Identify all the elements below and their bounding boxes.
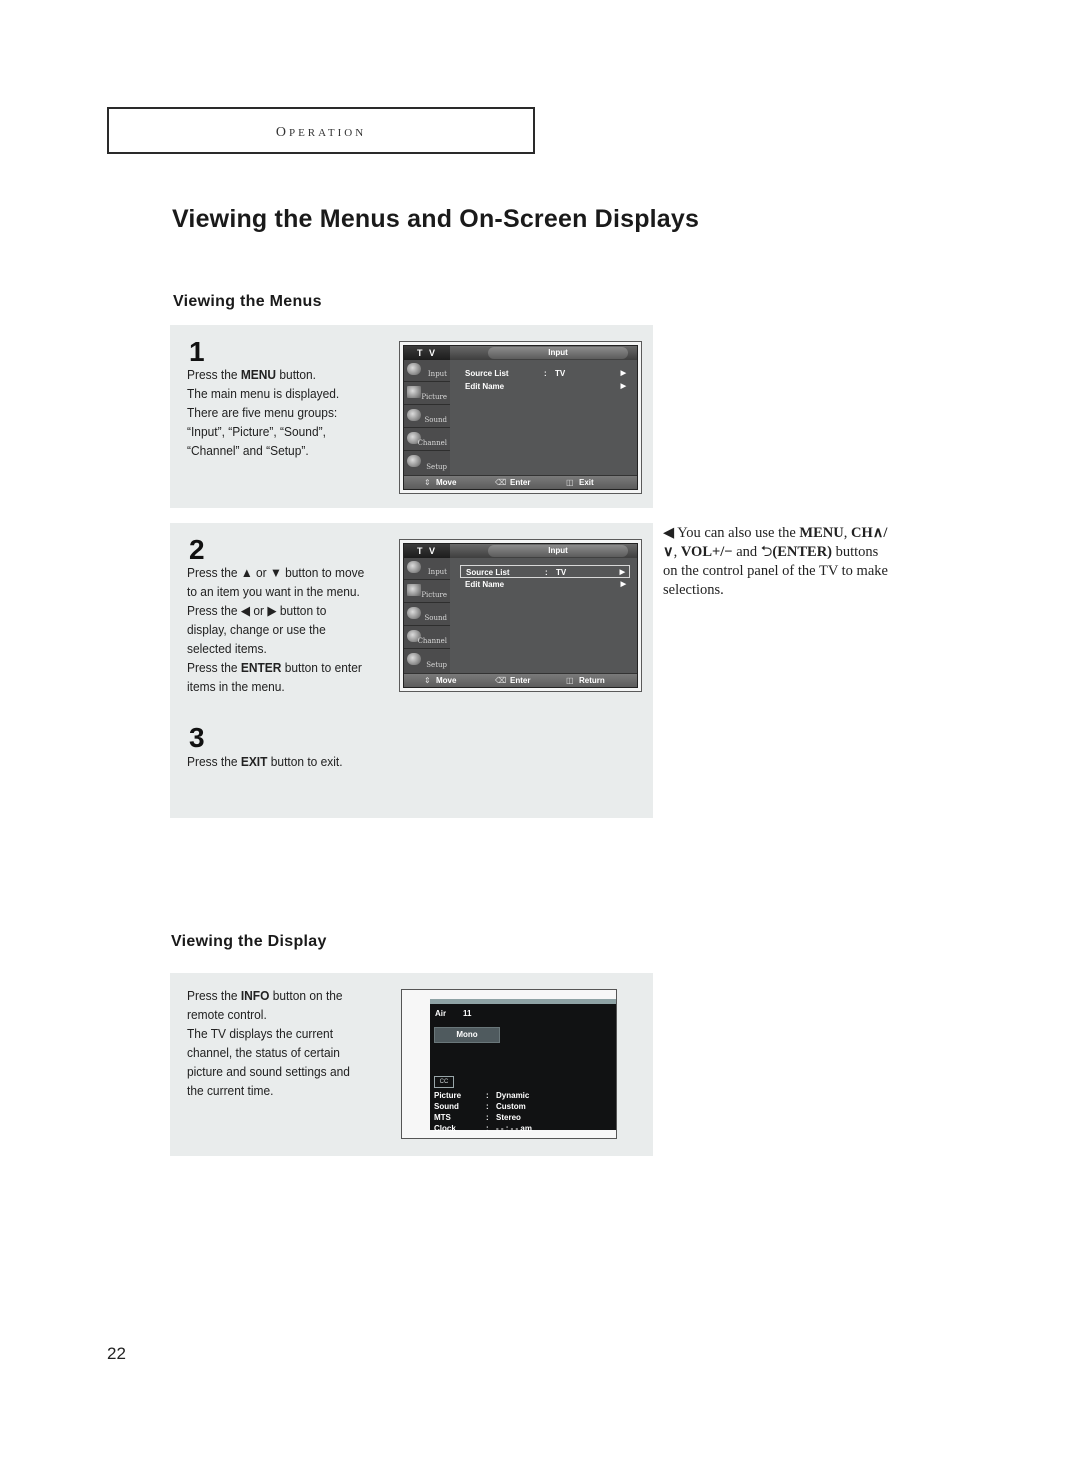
tv-sidebar-item-setup: Setup	[404, 452, 450, 474]
tv-sidebar-item-setup: Setup	[404, 650, 450, 672]
tv-sidebar-item-input: Input	[404, 558, 450, 580]
section-label: Operation	[275, 119, 367, 141]
arrow-right-icon: ▶	[620, 370, 626, 377]
text-line: “Channel” and “Setup”.	[187, 443, 309, 458]
move-updown-icon: ⇕	[424, 478, 431, 487]
tv-menu-row-source-list: Source List : TV ▶	[465, 369, 626, 378]
step-1-number: 1	[189, 336, 205, 367]
text-line: The main menu is displayed.	[187, 386, 340, 401]
note-marker-icon: ◀	[663, 525, 675, 541]
tv-menu-title: Input	[488, 545, 628, 557]
tv-sidebar-item-channel: Channel	[404, 627, 450, 649]
step-1-text: Press the MENU button. The main menu is …	[187, 365, 389, 460]
tv-sidebar-item-input: Input	[404, 360, 450, 382]
tv-screen: T V Input Input Picture Sound Channel Se…	[403, 345, 638, 490]
tv-sidebar-item-sound: Sound	[404, 604, 450, 626]
text-line: Press the ENTER button to enter	[187, 660, 362, 675]
cc-icon: CC	[434, 1076, 454, 1088]
tv-sidebar-item-picture: Picture	[404, 581, 450, 603]
tv-label: T V	[404, 544, 450, 558]
control-panel-note: ◀ You can also use the MENU, CH∧/∨, VOL+…	[663, 525, 888, 598]
text-line: channel, the status of certain	[187, 1045, 340, 1060]
info-display-screenshot: Air 11 Mono CC Picture: Dynamic Sound: Cus…	[401, 989, 617, 1139]
info-audio-badge: Mono	[434, 1027, 500, 1043]
text-line: the current time.	[187, 1083, 274, 1098]
text-line: Press the MENU button.	[187, 367, 316, 382]
section-header-box: Operation	[107, 107, 535, 154]
enter-icon: ⮌	[760, 544, 773, 560]
enter-icon: ⌫	[495, 478, 507, 487]
text-line: The TV displays the current	[187, 1026, 334, 1041]
text-line: Press the ▲ or ▼ button to move	[187, 565, 365, 580]
move-updown-icon: ⇕	[424, 676, 431, 685]
info-row-clock: Clock: - - : - - am	[434, 1124, 532, 1133]
arrow-right-icon: ▶	[620, 581, 626, 588]
info-row-mts: MTS: Stereo	[434, 1113, 521, 1122]
tv-menu-footer: ⇕ Move ⌫ Enter ◫ Return	[404, 673, 637, 687]
tv-menu-title: Input	[488, 347, 628, 359]
info-row-picture: Picture: Dynamic	[434, 1091, 530, 1100]
text-line: display, change or use the	[187, 622, 326, 637]
tv-label: T V	[404, 346, 450, 360]
text-line: Press the ◀ or ▶ button to	[187, 603, 327, 618]
text-line: picture and sound settings and	[187, 1064, 350, 1079]
tv-menu-row-source-list-selected: Source List : TV ▶	[460, 565, 630, 578]
text-line: “Input”, “Picture”, “Sound”,	[187, 424, 326, 439]
enter-icon: ⌫	[495, 676, 507, 685]
setup-icon	[407, 653, 421, 665]
info-channel: 11	[463, 1009, 472, 1018]
picture-icon	[407, 584, 421, 596]
info-source: Air	[435, 1009, 447, 1018]
arrow-right-icon: ▶	[620, 383, 626, 390]
tv-menu-row-edit-name: Edit Name ▶	[465, 382, 626, 391]
display-heading: Viewing the Display	[171, 933, 327, 950]
step-2-text: Press the ▲ or ▼ button to move to an it…	[187, 563, 394, 696]
sound-icon	[407, 607, 421, 619]
text-line: selected items.	[187, 641, 267, 656]
picture-icon	[407, 386, 421, 398]
text-line: to an item you want in the menu.	[187, 584, 360, 599]
tv-sidebar: Input Picture Sound Channel Setup	[404, 360, 450, 475]
return-icon: ◫	[566, 676, 574, 685]
text-line: items in the menu.	[187, 679, 285, 694]
tv-sidebar: Input Picture Sound Channel Setup	[404, 558, 450, 673]
sound-icon	[407, 409, 421, 421]
tv-sidebar-item-picture: Picture	[404, 383, 450, 405]
tv-screen: T V Input Input Picture Sound Channel Se…	[403, 543, 638, 688]
setup-icon	[407, 455, 421, 467]
step-3-number: 3	[189, 722, 205, 753]
tv-menu-screenshot-2: T V Input Input Picture Sound Channel Se…	[399, 539, 642, 692]
input-icon	[407, 363, 421, 375]
text-line: Press the INFO button on the	[187, 988, 343, 1003]
input-icon	[407, 561, 421, 573]
step-2-number: 2	[189, 534, 205, 565]
text-line: Press the EXIT button to exit.	[187, 754, 343, 769]
tv-menu-row-edit-name: Edit Name ▶	[465, 580, 626, 589]
info-row-sound: Sound: Custom	[434, 1102, 526, 1111]
tv-menu-footer: ⇕ Move ⌫ Enter ◫ Exit	[404, 475, 637, 489]
tv-sidebar-item-sound: Sound	[404, 406, 450, 428]
text-line: remote control.	[187, 1007, 267, 1022]
text-line: There are five menu groups:	[187, 405, 338, 420]
tv-menu-screenshot-1: T V Input Input Picture Sound Channel Se…	[399, 341, 642, 494]
exit-icon: ◫	[566, 478, 574, 487]
menus-heading: Viewing the Menus	[173, 293, 322, 310]
info-screen: Air 11 Mono CC Picture: Dynamic Sound: Cus…	[430, 999, 616, 1133]
tv-sidebar-item-channel: Channel	[404, 429, 450, 451]
page-number: 22	[107, 1344, 126, 1363]
step-3-text: Press the EXIT button to exit.	[187, 752, 389, 771]
display-text: Press the INFO button on the remote cont…	[187, 986, 389, 1100]
page-title: Viewing the Menus and On-Screen Displays	[172, 205, 700, 233]
